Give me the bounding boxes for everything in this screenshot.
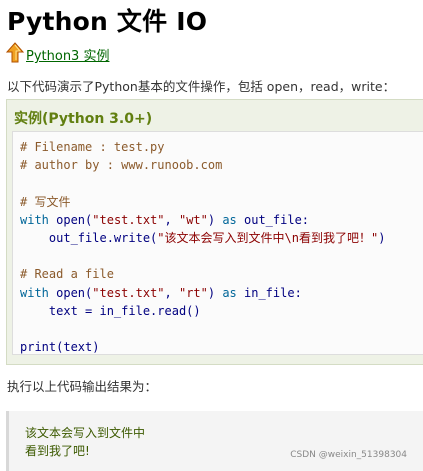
code-keyword: as (222, 212, 237, 227)
page-title: Python 文件 IO (7, 7, 208, 36)
code-text: out_file: (236, 212, 310, 227)
code-text: ) (207, 285, 223, 300)
code-keyword: as (222, 285, 237, 300)
code-text: in_file: (236, 285, 302, 300)
output-block: 该文本会写入到文件中 看到我了吧! (6, 411, 423, 471)
output-line-2: 看到我了吧! (25, 444, 90, 458)
code-string: "该文本会写入到文件中\n看到我了吧！" (157, 231, 379, 246)
code-block[interactable]: # Filename : test.py # author by : www.r… (12, 131, 423, 355)
code-line-6: # Read a file (20, 267, 114, 282)
code-keyword: with (20, 285, 49, 300)
code-text: , (164, 212, 179, 227)
code-keyword: with (20, 212, 49, 227)
code-line-3: # 写文件 (20, 194, 71, 209)
code-text: ) (207, 212, 223, 227)
code-string: "test.txt" (92, 212, 165, 227)
intro-text: 以下代码演示了Python基本的文件操作，包括 open，read，write： (7, 79, 396, 94)
output-label: 执行以上代码输出结果为： (7, 379, 158, 394)
python3-examples-link[interactable]: Python3 实例 (26, 45, 109, 64)
code-text: out_file.write( (20, 231, 158, 246)
up-arrow-icon (5, 42, 25, 64)
watermark: CSDN @weixin_51398304 (290, 450, 407, 460)
example-box: 实例(Python 3.0+) # Filename : test.py # a… (6, 99, 423, 365)
code-line-8: text = in_file.read() (20, 303, 201, 318)
code-line-1: # Filename : test.py (20, 140, 165, 154)
output-line-1: 该文本会写入到文件中 (25, 426, 146, 440)
code-text: open( (48, 285, 93, 300)
code-line-9: print(text) (20, 340, 100, 355)
code-text: , (164, 285, 179, 300)
breadcrumb: Python3 实例 (5, 40, 109, 64)
code-line-2: # author by : www.runoob.com (20, 158, 223, 173)
code-text: open( (48, 212, 93, 227)
code-string: "wt" (178, 212, 208, 227)
example-title: 实例(Python 3.0+) (14, 111, 153, 127)
code-text: ) (378, 231, 386, 246)
code-string: "rt" (178, 285, 208, 300)
code-string: "test.txt" (92, 285, 165, 300)
